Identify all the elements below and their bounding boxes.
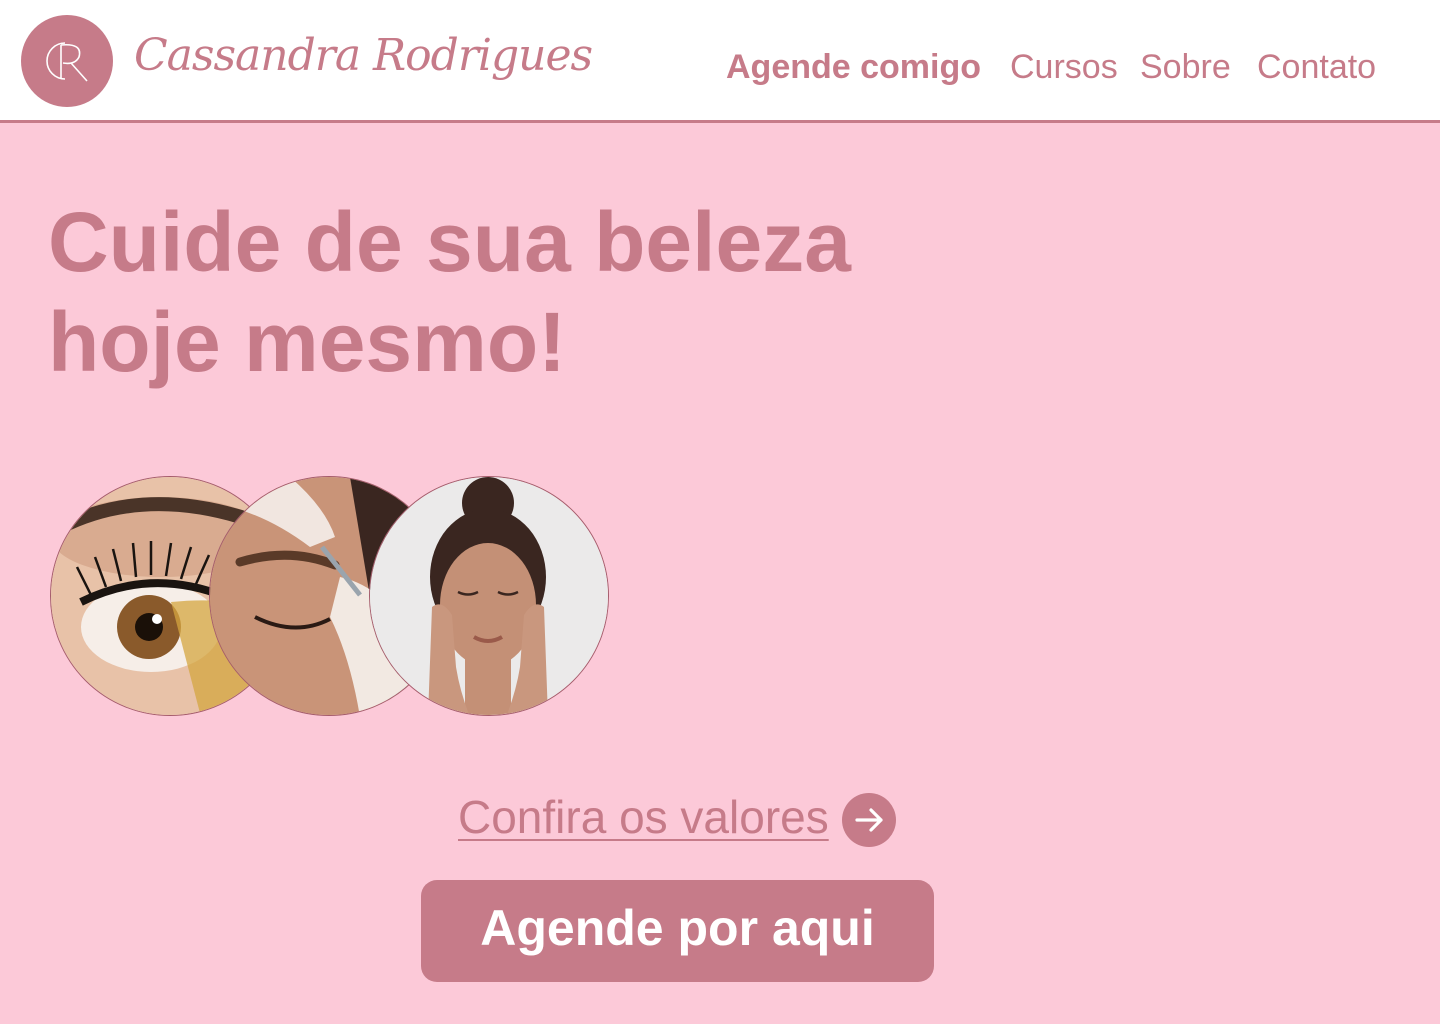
- brand-name[interactable]: Cassandra Rodrigues: [134, 30, 593, 90]
- photo-facial-skincare: [369, 476, 609, 716]
- nav-agende-comigo[interactable]: Agende comigo: [726, 48, 981, 92]
- headline-line-1: Cuide de sua beleza: [48, 195, 851, 289]
- arrow-right-icon: [855, 808, 883, 832]
- logo[interactable]: [21, 15, 113, 107]
- arrow-right-button[interactable]: [842, 793, 896, 847]
- hero-headline: Cuide de sua beleza hoje mesmo!: [48, 192, 948, 392]
- logo-monogram-icon: [46, 42, 88, 82]
- agende-por-aqui-button[interactable]: Agende por aqui: [421, 880, 934, 982]
- nav-contato[interactable]: Contato: [1257, 48, 1376, 92]
- headline-line-2: hoje mesmo!: [48, 295, 567, 389]
- site-header: Cassandra Rodrigues Agende comigo Cursos…: [0, 0, 1440, 123]
- nav-cursos[interactable]: Cursos: [1010, 48, 1118, 92]
- confira-valores-link[interactable]: Confira os valores: [458, 790, 829, 844]
- nav-sobre[interactable]: Sobre: [1140, 48, 1231, 92]
